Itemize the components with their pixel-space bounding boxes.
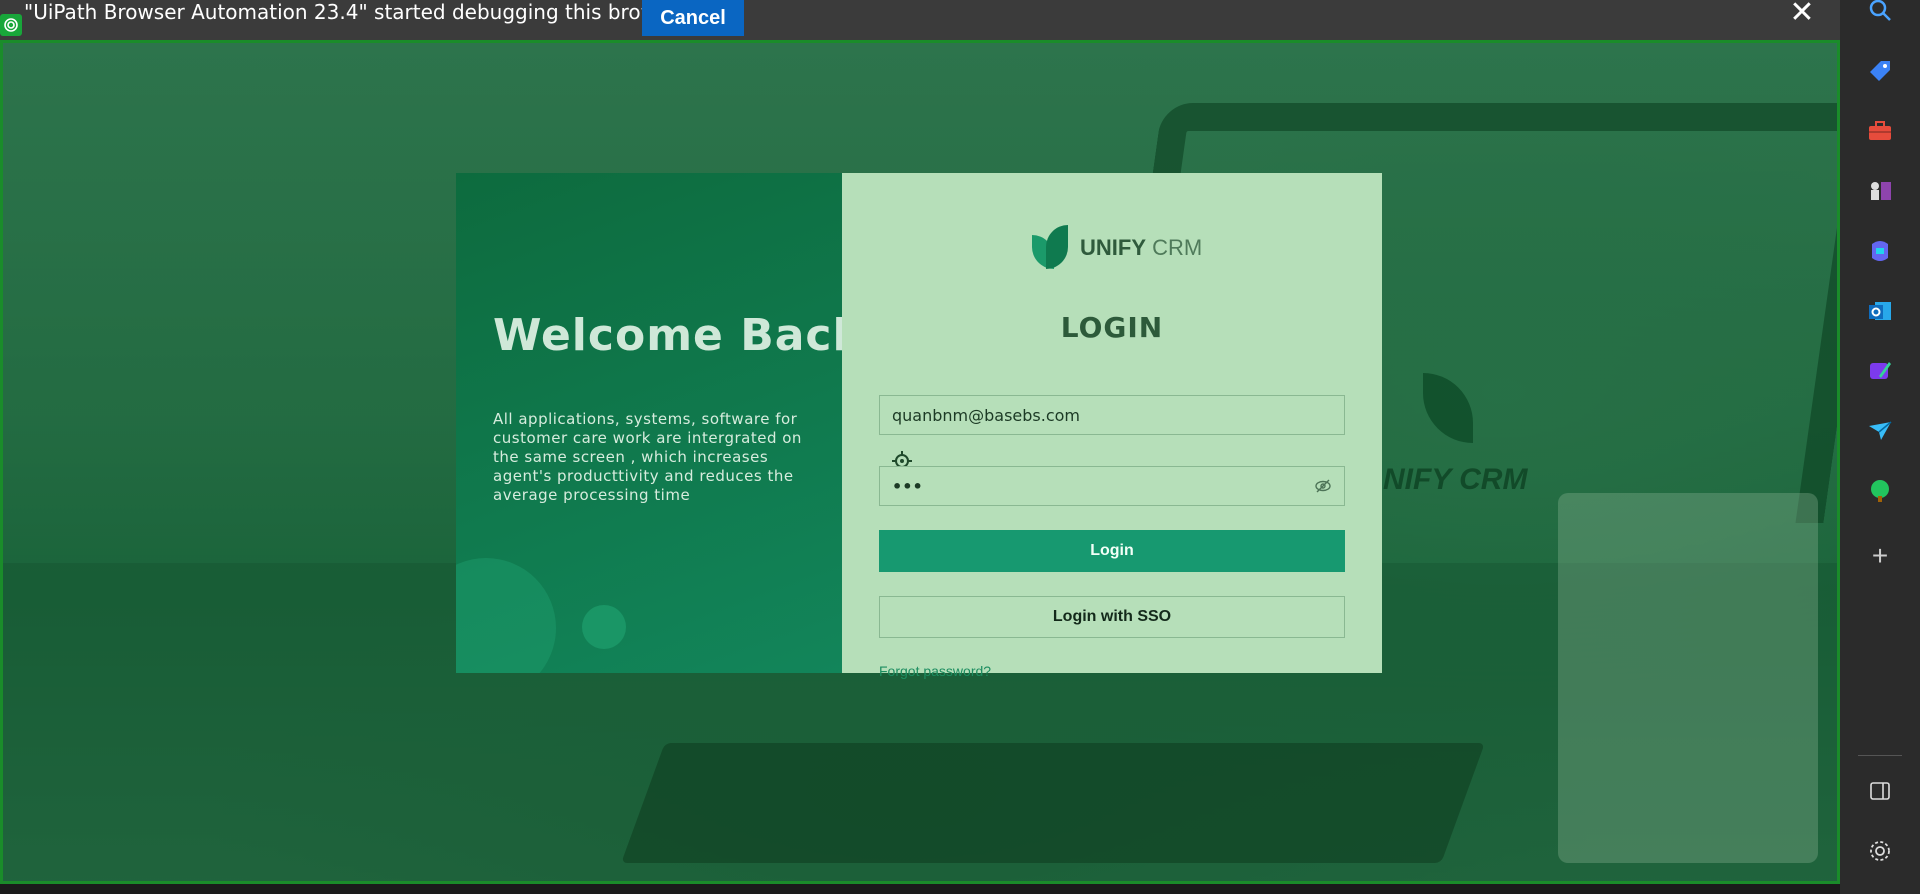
- password-value: •••: [892, 476, 923, 496]
- cancel-button[interactable]: Cancel: [642, 0, 744, 36]
- brand-logo: UNIFY CRM: [1032, 225, 1202, 271]
- add-icon[interactable]: +: [1862, 538, 1898, 574]
- email-value: quanbnm@basebs.com: [892, 405, 1081, 425]
- leaf-logo-icon: [1032, 225, 1070, 271]
- settings-icon[interactable]: [1862, 833, 1898, 869]
- login-with-sso-button[interactable]: Login with SSO: [879, 596, 1345, 638]
- taskbar-edge: [0, 884, 1840, 894]
- login-button[interactable]: Login: [879, 530, 1345, 572]
- login-title: LOGIN: [1060, 311, 1164, 344]
- chess-icon[interactable]: [1862, 173, 1898, 209]
- designer-icon[interactable]: [1862, 353, 1898, 389]
- decorative-circle: [582, 605, 626, 649]
- background-keyboard: [621, 743, 1485, 863]
- welcome-panel: Welcome Back All applications, systems, …: [456, 173, 842, 673]
- edge-sidebar: +: [1840, 0, 1920, 894]
- tag-icon[interactable]: [1862, 53, 1898, 89]
- sidebar-toggle-icon[interactable]: [1862, 773, 1898, 809]
- email-field[interactable]: quanbnm@basebs.com: [879, 395, 1345, 435]
- toolbox-icon[interactable]: [1862, 113, 1898, 149]
- uipath-debug-icon: [0, 14, 22, 36]
- debug-message: "UiPath Browser Automation 23.4" started…: [24, 0, 688, 24]
- forgot-password-link[interactable]: Forgot password?: [879, 663, 991, 679]
- password-field[interactable]: •••: [879, 466, 1345, 506]
- outlook-icon[interactable]: [1862, 293, 1898, 329]
- decorative-circle: [456, 558, 556, 673]
- brand-name: UNIFY: [1080, 235, 1146, 260]
- debug-banner: "UiPath Browser Automation 23.4" started…: [0, 0, 1840, 40]
- sidebar-divider: [1858, 755, 1902, 756]
- background-logo-text: NIFY CRM: [1383, 463, 1528, 496]
- eye-slash-icon[interactable]: [1314, 477, 1332, 495]
- copilot-icon[interactable]: [1862, 233, 1898, 269]
- brand-suffix: CRM: [1152, 235, 1203, 260]
- welcome-title: Welcome Back: [493, 310, 842, 361]
- close-icon[interactable]: ✕: [1786, 0, 1818, 28]
- welcome-text: All applications, systems, software for …: [493, 410, 802, 504]
- send-icon[interactable]: [1862, 413, 1898, 449]
- tree-icon[interactable]: [1862, 473, 1898, 509]
- search-icon[interactable]: [1862, 0, 1898, 28]
- background-mug: [1558, 493, 1818, 863]
- login-panel: UNIFY CRM LOGIN quanbnm@basebs.com ••• L…: [842, 173, 1382, 679]
